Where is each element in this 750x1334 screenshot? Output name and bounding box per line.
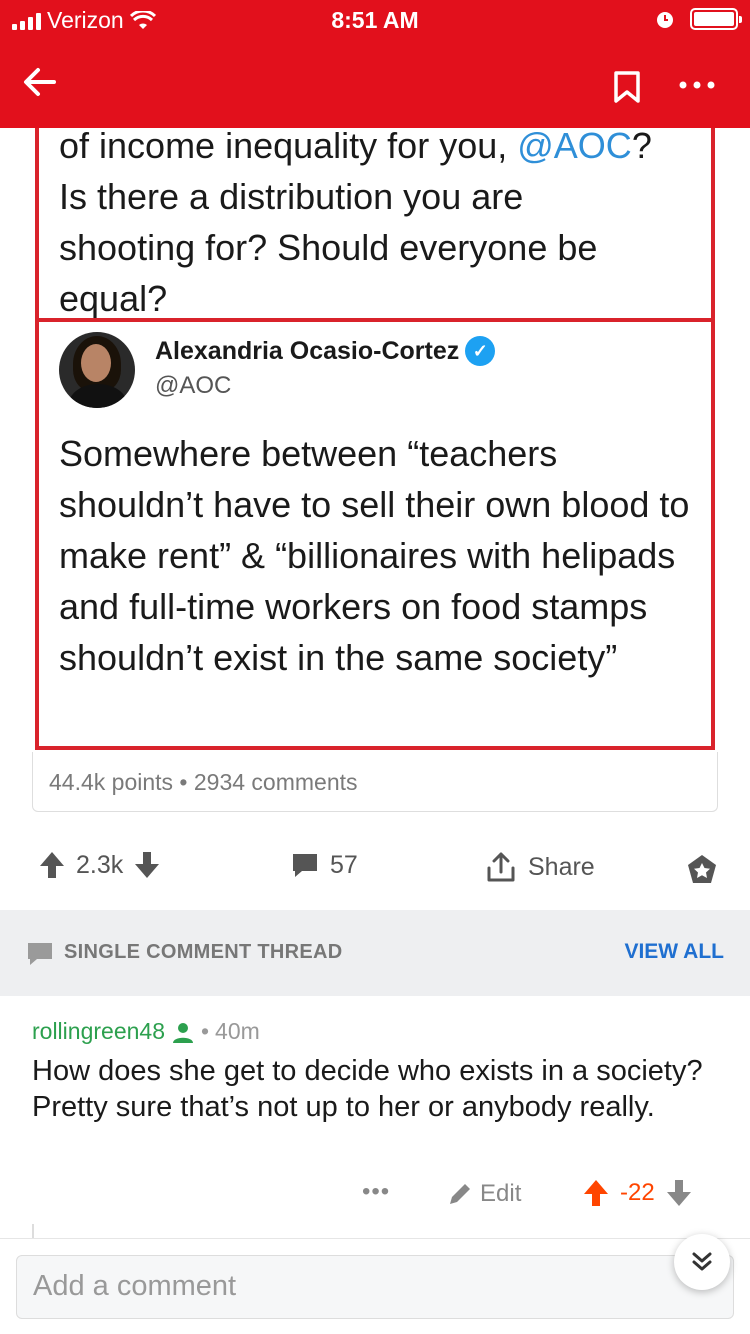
avatar: [59, 332, 135, 408]
tweet-handle: @AOC: [155, 372, 232, 399]
comment-more-button[interactable]: •••: [362, 1178, 390, 1206]
more-options-icon[interactable]: [672, 70, 722, 100]
post-stats: 44.4k points • 2934 comments: [32, 752, 718, 812]
jump-down-button[interactable]: [674, 1234, 730, 1290]
comment: rollingreen48 • 40m How does she get to …: [32, 1018, 722, 1125]
edit-button[interactable]: Edit: [446, 1180, 521, 1208]
tweet-author-name: Alexandria Ocasio-Cortez: [155, 336, 460, 365]
battery-icon: [690, 8, 742, 30]
edit-label: Edit: [480, 1180, 522, 1207]
bookmark-icon[interactable]: [612, 70, 642, 104]
view-all-link[interactable]: VIEW ALL: [624, 940, 724, 964]
comment-vote: -22: [582, 1178, 693, 1208]
tweet-answer: Alexandria Ocasio-Cortez ✓ @AOC Somewher…: [35, 318, 715, 750]
tweet-body: Somewhere between “teachers shouldn’t ha…: [59, 433, 690, 678]
star-icon[interactable]: [684, 852, 720, 888]
status-bar: Verizon 8:51 AM: [0, 0, 750, 40]
add-comment-input[interactable]: Add a comment: [16, 1255, 734, 1319]
verified-icon: ✓: [465, 336, 496, 366]
meta-separator: •: [200, 1018, 210, 1044]
thread-label: SINGLE COMMENT THREAD: [64, 941, 343, 963]
downvote-arrow-icon[interactable]: [665, 1178, 693, 1208]
comment-meta: rollingreen48 • 40m: [32, 1018, 722, 1045]
post-score: 2.3k: [76, 850, 124, 879]
alarm-icon: [657, 12, 673, 28]
post-image[interactable]: of income inequality for you, @AOC? Is t…: [32, 128, 718, 752]
points-comments-label: 44.4k points • 2934 comments: [49, 769, 358, 795]
post-vote: 2.3k: [38, 850, 161, 880]
comments-button[interactable]: 57: [290, 850, 358, 880]
user-icon: [172, 1022, 193, 1043]
share-icon: [487, 852, 515, 882]
comment-age: 40m: [215, 1018, 260, 1044]
navbar: [0, 40, 750, 128]
tweet-question-text: of income inequality for you, @AOC? Is t…: [59, 128, 652, 319]
comment-bubble-icon: [28, 943, 52, 965]
comment-author[interactable]: rollingreen48: [32, 1018, 165, 1045]
comment-count: 57: [330, 850, 358, 879]
status-time: 8:51 AM: [331, 7, 419, 33]
double-chevron-down-icon: [692, 1252, 712, 1271]
tweet-author: Alexandria Ocasio-Cortez ✓: [155, 336, 496, 366]
downvote-arrow-icon[interactable]: [133, 850, 161, 880]
share-button[interactable]: Share: [484, 850, 595, 884]
pencil-icon: [450, 1184, 470, 1204]
upvote-arrow-icon[interactable]: [38, 850, 66, 880]
single-thread-banner: SINGLE COMMENT THREAD VIEW ALL: [0, 910, 750, 996]
comment-body: How does she get to decide who exists in…: [32, 1055, 703, 1123]
comment-score: -22: [620, 1179, 655, 1206]
compose-bar: Add a comment: [0, 1238, 750, 1334]
back-arrow-icon[interactable]: [20, 62, 60, 102]
share-label: Share: [528, 852, 595, 881]
upvote-arrow-icon[interactable]: [582, 1178, 610, 1208]
post-action-bar: 2.3k 57 Share: [0, 840, 750, 900]
header-bar: Verizon 8:51 AM: [0, 0, 750, 128]
comment-bubble-icon: [293, 854, 317, 877]
comment-actions: ••• Edit -22: [0, 1170, 750, 1220]
